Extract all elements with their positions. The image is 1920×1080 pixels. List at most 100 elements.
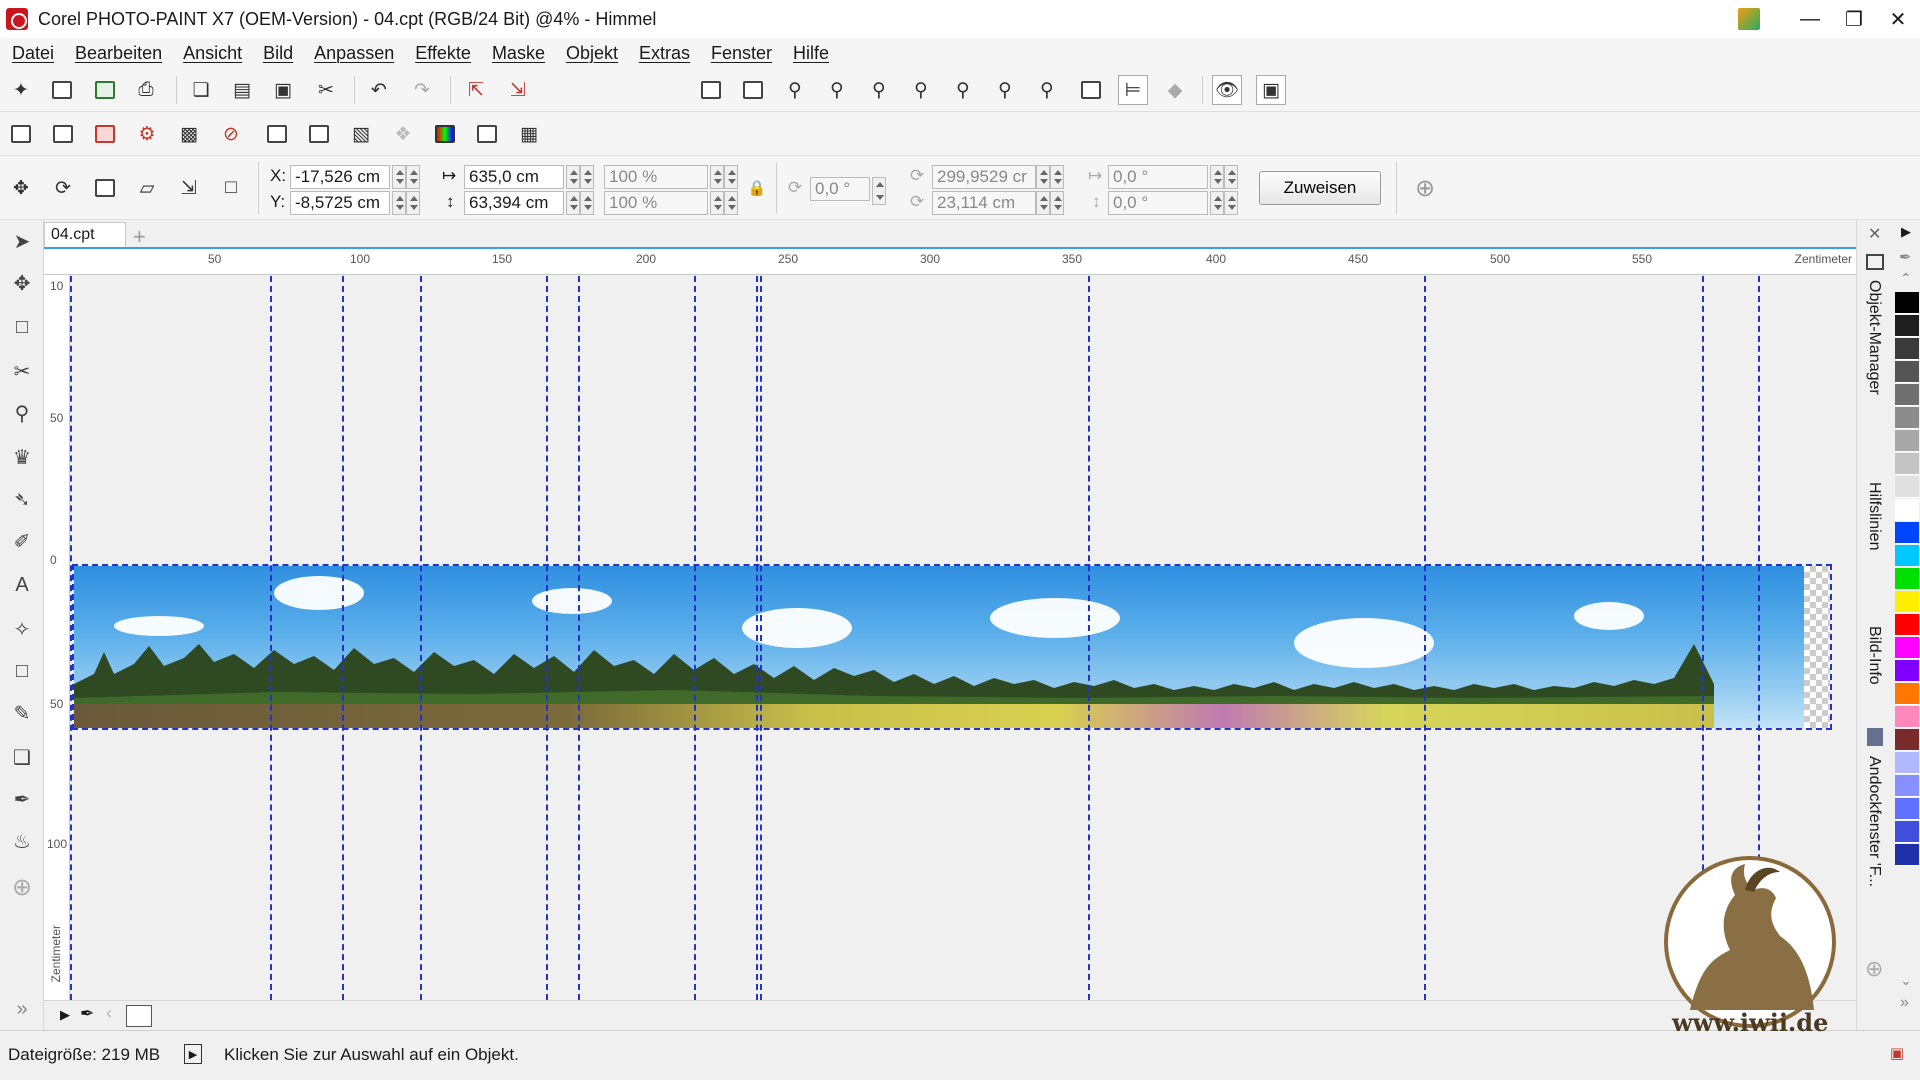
scale-height-spinner[interactable] [710, 191, 724, 215]
smear-tool-icon[interactable]: ✐ [7, 526, 37, 556]
snap-objects-icon[interactable]: ◆ [1160, 75, 1190, 105]
width-step[interactable] [580, 165, 594, 189]
zoom-100-icon[interactable]: ⚲ [948, 75, 978, 105]
color-swatch[interactable] [1895, 729, 1919, 751]
mask-overlay-icon[interactable] [6, 119, 36, 149]
print-icon[interactable]: ⎙ [131, 75, 161, 105]
palette-scroll-up-icon[interactable]: ⌃ [1900, 270, 1912, 287]
color-swatch[interactable] [1895, 614, 1919, 636]
mask-all-icon[interactable]: ▩ [174, 119, 204, 149]
close-icon[interactable]: ✕ [1868, 224, 1881, 244]
copy-icon[interactable]: ❏ [186, 75, 216, 105]
mask-marquee-icon[interactable] [262, 119, 292, 149]
height-field[interactable]: 63,394 cm [464, 191, 564, 215]
skew-v-step[interactable] [1224, 191, 1238, 215]
cut-icon[interactable]: ✂ [311, 75, 341, 105]
guideline[interactable] [578, 276, 580, 1000]
menu-hilfe[interactable]: Hilfe [785, 43, 842, 64]
save-icon[interactable] [47, 75, 77, 105]
y-position-field[interactable]: -8,5725 cm [290, 191, 390, 215]
mask-remove-icon[interactable] [90, 119, 120, 149]
undo-icon[interactable]: ↶ [364, 75, 394, 105]
color-swatch[interactable] [1895, 338, 1919, 360]
guideline[interactable] [342, 276, 344, 1000]
zoom-to-fit-icon[interactable] [696, 75, 726, 105]
center-y-spinner[interactable] [1036, 191, 1050, 215]
redo-icon[interactable]: ↷ [407, 75, 437, 105]
guideline[interactable] [756, 276, 758, 1000]
color-swatch[interactable] [1895, 706, 1919, 728]
corel-app-icon[interactable] [6, 8, 28, 30]
menu-effekte[interactable]: Effekte [407, 43, 484, 64]
mask-create-icon[interactable] [48, 119, 78, 149]
save-as-icon[interactable] [90, 75, 120, 105]
center-x-spinner[interactable] [1036, 165, 1050, 189]
vertical-ruler[interactable]: 10 50 0 50 100 Zentimeter [44, 275, 70, 1000]
x-step[interactable] [406, 165, 420, 189]
color-swatch[interactable] [1895, 844, 1919, 866]
lock-ratio-icon[interactable]: 🔒 [742, 173, 772, 203]
guideline[interactable] [270, 276, 272, 1000]
height-step[interactable] [580, 191, 594, 215]
status-play-icon[interactable]: ▶ [184, 1044, 202, 1064]
clone-tool-icon[interactable]: ♛ [7, 442, 37, 472]
color-channels-icon[interactable] [430, 119, 460, 149]
y-spinner[interactable] [392, 191, 406, 215]
shadow-tool-icon[interactable]: ❏ [7, 742, 37, 772]
paste-new-icon[interactable]: ▣ [268, 75, 298, 105]
perspective-mode-icon[interactable]: □ [216, 173, 246, 203]
close-button[interactable]: ✕ [1876, 0, 1920, 38]
center-y-field[interactable]: 23,114 cm [932, 191, 1036, 215]
zoom-10-icon[interactable]: ⚲ [780, 75, 810, 105]
guideline[interactable] [420, 276, 422, 1000]
x-position-field[interactable]: -17,526 cm [290, 165, 390, 189]
document-tab[interactable]: 04.cpt [44, 222, 126, 248]
merge-icon[interactable]: ❖ [388, 119, 418, 149]
show-mask-marquee-icon[interactable]: ▣ [1256, 75, 1286, 105]
fill-color-swatch[interactable] [126, 1005, 152, 1027]
scale-height-step[interactable] [724, 191, 738, 215]
chevron-left-icon[interactable]: ‹ [106, 1003, 112, 1024]
guideline[interactable] [1424, 276, 1426, 1000]
zoom-200-icon[interactable]: ⚲ [990, 75, 1020, 105]
menu-fenster[interactable]: Fenster [703, 43, 785, 64]
scale-width-step[interactable] [724, 165, 738, 189]
add-tool-icon[interactable]: ⊕ [7, 872, 37, 902]
menu-extras[interactable]: Extras [631, 43, 703, 64]
tab-hilfslinien[interactable]: Hilfslinien [1865, 482, 1883, 550]
menu-maske[interactable]: Maske [484, 43, 558, 64]
menu-bild[interactable]: Bild [255, 43, 306, 64]
center-x-step[interactable] [1050, 165, 1064, 189]
effect-tool-icon[interactable]: ✧ [7, 614, 37, 644]
height-spinner[interactable] [566, 191, 580, 215]
channels-icon[interactable]: ▧ [346, 119, 376, 149]
scale-width-spinner[interactable] [710, 165, 724, 189]
menu-bearbeiten[interactable]: Bearbeiten [67, 43, 175, 64]
add-docker-icon[interactable]: ⊕ [1865, 956, 1883, 982]
menu-objekt[interactable]: Objekt [558, 43, 631, 64]
position-mode-icon[interactable]: ✥ [6, 173, 36, 203]
guideline[interactable] [1088, 276, 1090, 1000]
menu-datei[interactable]: Datei [4, 43, 67, 64]
eyedropper-icon[interactable]: ✒ [80, 1004, 94, 1024]
x-spinner[interactable] [392, 165, 406, 189]
paint-tool-icon[interactable]: ✎ [7, 698, 37, 728]
shape-tool-icon[interactable]: □ [7, 656, 37, 686]
palette-expand-icon[interactable]: » [1900, 994, 1909, 1012]
export-icon[interactable]: ⇲ [503, 75, 533, 105]
tab-andockfenster[interactable]: Andockfenster 'F... [1865, 756, 1883, 887]
full-screen-preview-icon[interactable] [1076, 75, 1106, 105]
color-swatch[interactable] [1895, 775, 1919, 797]
horizontal-ruler[interactable]: 50 100 150 200 250 300 350 400 450 500 5… [44, 249, 1856, 275]
zoom-50-icon[interactable]: ⚲ [906, 75, 936, 105]
guideline[interactable] [70, 276, 72, 1000]
color-swatch[interactable] [1895, 637, 1919, 659]
no-color-icon[interactable]: ✒ [1899, 248, 1912, 266]
object-picker-icon[interactable]: ▦ [514, 119, 544, 149]
mask-invert-icon[interactable]: ⚙ [132, 119, 162, 149]
color-proof-icon[interactable]: ▣ [1890, 1044, 1904, 1062]
color-swatch[interactable] [1895, 476, 1919, 498]
width-spinner[interactable] [566, 165, 580, 189]
width-field[interactable]: 635,0 cm [464, 165, 564, 189]
mask-transform-tool-icon[interactable]: ✥ [7, 268, 37, 298]
